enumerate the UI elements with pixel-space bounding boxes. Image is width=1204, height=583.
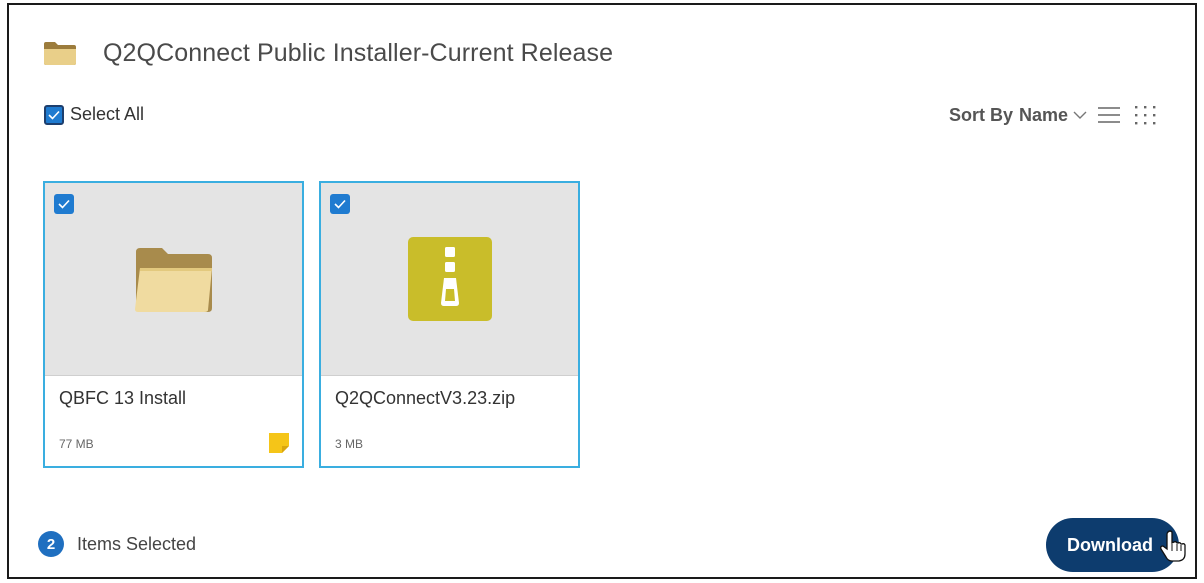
- checkbox-checked-icon[interactable]: [44, 104, 64, 125]
- selected-count-badge: 2: [38, 531, 64, 557]
- sort-by-label: Sort By: [948, 104, 1013, 125]
- card-thumbnail: [321, 183, 578, 376]
- page-title: Q2QConnect Public Installer-Current Rele…: [103, 38, 614, 67]
- hand-cursor-icon: [1159, 530, 1187, 562]
- file-size: 3 MB: [335, 437, 364, 451]
- file-size: 77 MB: [59, 437, 94, 451]
- note-icon[interactable]: [268, 432, 290, 454]
- folder-header: Q2QConnect Public Installer-Current Rele…: [43, 33, 613, 73]
- sort-dropdown[interactable]: Name: [1019, 105, 1087, 126]
- checkbox-checked-icon[interactable]: [330, 194, 350, 214]
- file-card-zip[interactable]: Q2QConnectV3.23.zip 3 MB: [319, 181, 580, 468]
- file-name[interactable]: Q2QConnectV3.23.zip: [335, 388, 515, 409]
- card-thumbnail: [45, 183, 302, 376]
- sort-controls: Sort By Name: [949, 101, 1157, 129]
- selected-count-label: Items Selected: [77, 533, 197, 554]
- list-view-icon[interactable]: [1097, 105, 1121, 125]
- selection-summary: 2 Items Selected: [38, 531, 196, 557]
- file-card-folder[interactable]: QBFC 13 Install 77 MB: [43, 181, 304, 468]
- select-all-label: Select All: [70, 104, 145, 124]
- select-all-checkbox[interactable]: Select All: [44, 104, 144, 125]
- folder-icon: [132, 244, 216, 314]
- grid-view-icon[interactable]: [1133, 104, 1157, 126]
- folder-icon: [43, 39, 77, 67]
- sort-value: Name: [1018, 104, 1068, 125]
- file-name[interactable]: QBFC 13 Install: [59, 388, 186, 409]
- checkbox-checked-icon[interactable]: [54, 194, 74, 214]
- chevron-down-icon: [1073, 111, 1087, 120]
- file-browser-panel: Q2QConnect Public Installer-Current Rele…: [7, 3, 1197, 579]
- zip-file-icon: [407, 237, 492, 321]
